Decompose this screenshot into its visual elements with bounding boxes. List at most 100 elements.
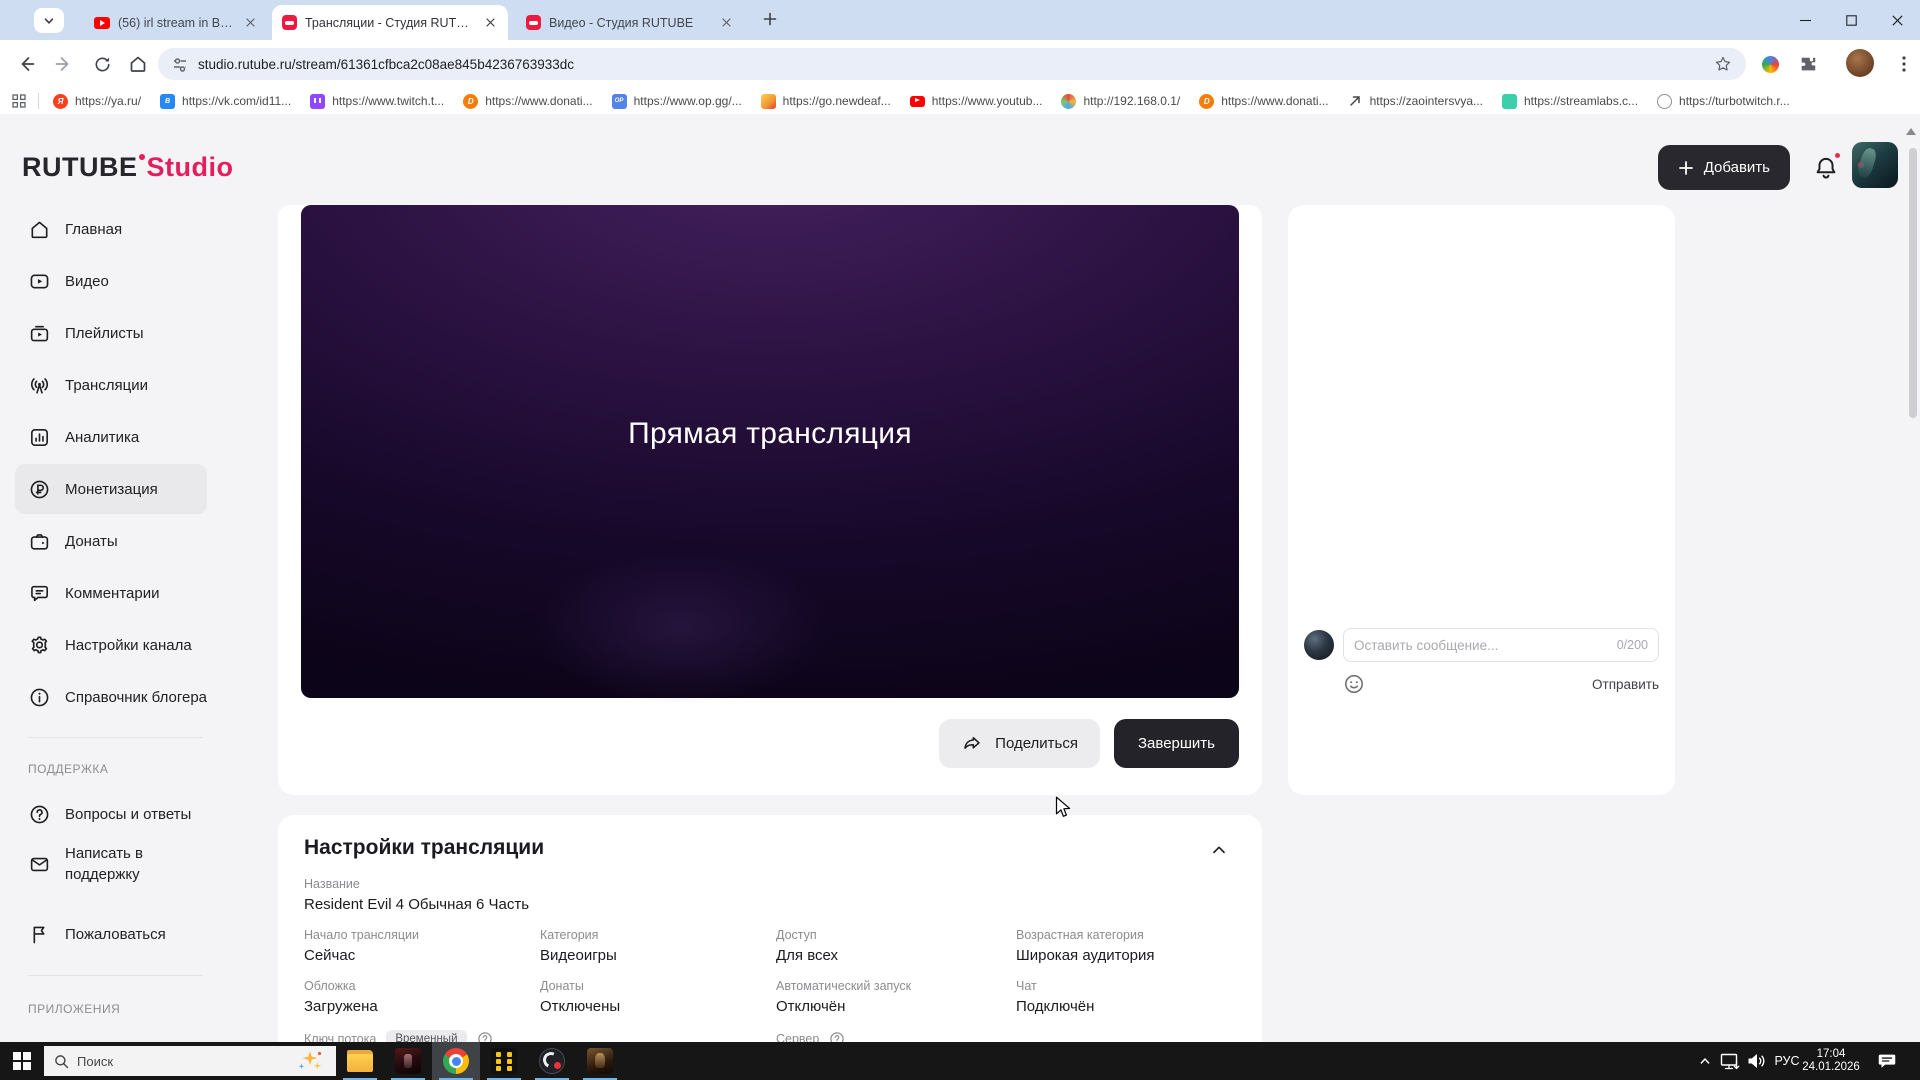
taskbar-app-game2[interactable] xyxy=(576,1042,624,1080)
new-tab-button[interactable] xyxy=(760,9,780,29)
sidebar-item-donations[interactable]: Донаты xyxy=(28,515,118,567)
url-text[interactable]: studio.rutube.ru/stream/61361cfbca2c08ae… xyxy=(198,57,1704,72)
sidebar-item-video[interactable]: Видео xyxy=(28,255,109,307)
profile-avatar[interactable] xyxy=(1846,49,1874,77)
window-minimize-button[interactable] xyxy=(1782,0,1828,40)
comment-icon xyxy=(28,582,51,605)
field-name: Название Resident Evil 4 Обычная 6 Часть xyxy=(304,877,1236,913)
window-close-button[interactable] xyxy=(1874,0,1920,40)
apps-grid-icon[interactable] xyxy=(12,94,26,108)
sidebar-item-home[interactable]: Главная xyxy=(28,203,122,255)
tray-notifications-button[interactable]: 4 xyxy=(1876,1042,1920,1080)
search-icon xyxy=(54,1054,69,1069)
taskbar-app-explorer[interactable] xyxy=(336,1042,384,1080)
bookmark-item[interactable]: OPhttps://www.op.gg/... xyxy=(612,94,742,109)
share-button[interactable]: Поделиться xyxy=(939,719,1100,768)
bookmark-item[interactable]: https://go.newdeaf... xyxy=(761,94,891,109)
taskbar-app-chrome[interactable] xyxy=(432,1042,480,1080)
sidebar-item-streams[interactable]: Трансляции xyxy=(28,359,148,411)
user-avatar[interactable] xyxy=(1852,142,1898,188)
taskbar-app-obs[interactable] xyxy=(528,1042,576,1080)
live-stream-player[interactable]: Прямая трансляция xyxy=(301,205,1239,698)
start-button[interactable] xyxy=(10,1049,34,1073)
bookmark-item[interactable]: Яhttps://ya.ru/ xyxy=(53,94,141,109)
reload-button[interactable] xyxy=(90,52,114,76)
donationalerts-favicon-icon: D xyxy=(463,94,478,109)
question-circle-icon xyxy=(28,803,51,826)
bookmark-item[interactable]: Вhttps://vk.com/id11... xyxy=(160,94,291,109)
sidebar-item-faq[interactable]: Вопросы и ответы xyxy=(28,788,191,840)
help-icon[interactable] xyxy=(829,1031,845,1042)
address-bar[interactable]: studio.rutube.ru/stream/61361cfbca2c08ae… xyxy=(158,48,1746,80)
bookmark-item[interactable]: https://www.youtub... xyxy=(910,94,1043,108)
tab-search-button[interactable] xyxy=(34,8,64,33)
tab-rutube-streams[interactable]: Трансляции - Студия RUTUBE xyxy=(272,5,508,40)
temporary-badge: Временный xyxy=(386,1030,466,1042)
sidebar-item-blogger-guide[interactable]: Справочник блогера xyxy=(28,671,207,723)
chevron-up-icon xyxy=(1208,839,1230,861)
tab-close-icon[interactable] xyxy=(482,15,498,31)
close-icon xyxy=(1892,15,1903,26)
chat-send-button[interactable]: Отправить xyxy=(1592,677,1659,692)
bookmark-item[interactable]: http://192.168.0.1/ xyxy=(1061,94,1180,109)
emoji-smiley-icon[interactable] xyxy=(1343,673,1365,695)
tray-hidden-icons-button[interactable] xyxy=(1694,1042,1716,1080)
playlists-icon xyxy=(28,322,51,345)
opgg-favicon-icon: OP xyxy=(612,94,627,109)
extension-colorful-icon[interactable] xyxy=(1758,52,1782,76)
chat-message-input[interactable]: 0/200 xyxy=(1343,628,1659,662)
scrollbar-up-arrow[interactable] xyxy=(1906,128,1916,135)
taskbar-app-yellow[interactable] xyxy=(480,1042,528,1080)
site-settings-icon xyxy=(172,56,188,72)
field-category: КатегорияВидеоигры xyxy=(540,928,776,964)
app-icon xyxy=(491,1048,517,1074)
bookmark-star-icon[interactable] xyxy=(1714,55,1732,73)
back-button[interactable] xyxy=(14,52,38,76)
network-icon xyxy=(1718,1049,1742,1073)
browser-menu-icon[interactable] xyxy=(1892,52,1916,76)
bookmark-item[interactable]: https://turbotwitch.r... xyxy=(1657,94,1790,109)
notification-dot xyxy=(1833,151,1842,160)
bookmark-item[interactable]: https://zaointersvya... xyxy=(1348,94,1483,109)
sidebar-item-analytics[interactable]: Аналитика xyxy=(28,411,139,463)
tray-clock[interactable]: 17:04 24.01.2026 xyxy=(1796,1042,1866,1080)
bookmark-item[interactable]: Dhttps://www.donati... xyxy=(1199,94,1328,109)
sidebar-support-header: ПОДДЕРЖКА xyxy=(28,762,108,776)
sidebar-item-report[interactable]: Пожаловаться xyxy=(28,908,166,960)
window-maximize-button[interactable] xyxy=(1828,0,1874,40)
scrollbar-thumb[interactable] xyxy=(1909,148,1917,418)
tab-youtube[interactable]: (56) irl stream in Benin вы - You... xyxy=(84,5,268,40)
chat-panel: 0/200 Отправить xyxy=(1288,205,1675,795)
tab-close-icon[interactable] xyxy=(718,15,734,31)
forward-button[interactable] xyxy=(52,52,76,76)
sidebar-item-channel-settings[interactable]: Настройки канала xyxy=(28,619,192,671)
sidebar-item-write-support[interactable]: Написать в поддержку xyxy=(28,836,185,892)
add-button[interactable]: Добавить xyxy=(1658,145,1790,190)
notification-center-icon xyxy=(1876,1050,1898,1072)
notifications-bell-button[interactable] xyxy=(1812,154,1840,182)
bookmark-item[interactable]: https://www.twitch.t... xyxy=(310,94,444,109)
yandex-favicon-icon: Я xyxy=(53,94,68,109)
extensions-puzzle-icon[interactable] xyxy=(1796,52,1820,76)
chat-input-field[interactable] xyxy=(1354,638,1617,653)
help-icon[interactable] xyxy=(477,1031,493,1042)
stream-overlay-title: Прямая трансляция xyxy=(301,417,1239,451)
newdeaf-favicon-icon xyxy=(761,94,776,109)
tray-volume-button[interactable] xyxy=(1744,1042,1768,1080)
sidebar-item-comments[interactable]: Комментарии xyxy=(28,567,159,619)
taskbar-search-input[interactable] xyxy=(77,1054,288,1069)
taskbar-app-game1[interactable] xyxy=(384,1042,432,1080)
collapse-section-button[interactable] xyxy=(1208,839,1230,861)
home-button[interactable] xyxy=(126,52,150,76)
chrome-icon xyxy=(443,1048,469,1074)
taskbar-search-box[interactable] xyxy=(44,1046,336,1076)
sidebar-item-monetization[interactable]: Монетизация xyxy=(28,463,158,515)
tab-rutube-video[interactable]: Видео - Студия RUTUBE xyxy=(516,5,744,40)
bookmark-item[interactable]: Dhttps://www.donati... xyxy=(463,94,592,109)
finish-stream-button[interactable]: Завершить xyxy=(1114,719,1239,768)
globe-favicon-icon xyxy=(1657,94,1672,109)
bookmark-item[interactable]: https://streamlabs.c... xyxy=(1502,94,1638,109)
tray-network-button[interactable] xyxy=(1718,1042,1742,1080)
sidebar-item-playlists[interactable]: Плейлисты xyxy=(28,307,144,359)
tab-close-icon[interactable] xyxy=(242,15,258,31)
